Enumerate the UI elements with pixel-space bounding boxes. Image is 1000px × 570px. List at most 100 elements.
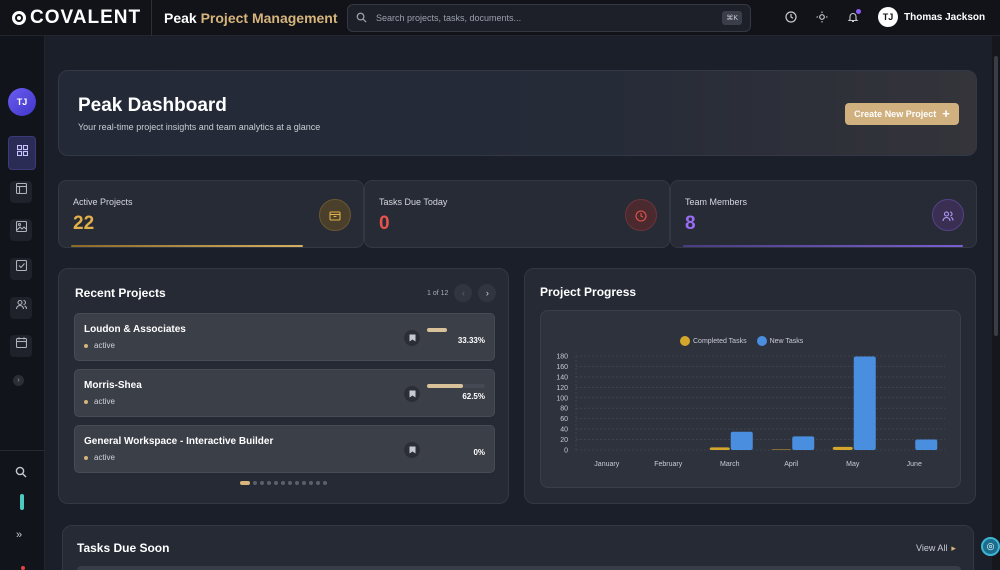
bar-new-tasks [730, 431, 753, 450]
bookmark-icon[interactable] [404, 442, 420, 458]
sidebar-item-dashboard[interactable] [8, 136, 36, 170]
x-tick-label: June [907, 461, 922, 468]
page-subtitle: Your real-time project insights and team… [78, 122, 321, 132]
view-all-label: View All [916, 543, 948, 553]
app-title-prefix: Peak [164, 9, 197, 26]
create-project-button[interactable]: Create New Project + [845, 103, 959, 125]
search-shortcut: ⌘K [722, 11, 742, 25]
folder-icon [319, 199, 351, 231]
project-card[interactable]: Morris-Shea active 62.5% [74, 369, 495, 417]
covalent-logo-icon [12, 10, 26, 25]
x-tick-label: January [594, 461, 619, 468]
y-tick-label: 60 [560, 416, 568, 423]
sidebar-avatar[interactable]: TJ [8, 88, 36, 116]
bookmark-icon[interactable] [404, 386, 420, 402]
sidebar-divider [0, 450, 45, 451]
stat-label: Team Members [685, 197, 748, 207]
recent-projects-title: Recent Projects [75, 286, 166, 300]
scrollbar[interactable] [992, 36, 1000, 570]
project-status: active [84, 453, 115, 462]
y-tick-label: 0 [564, 448, 568, 455]
y-tick-label: 180 [556, 354, 568, 361]
sidebar-item-tasks[interactable] [10, 258, 32, 280]
page-dot[interactable] [323, 481, 327, 485]
user-menu[interactable]: TJ Thomas Jackson [878, 7, 985, 27]
progress-fill [427, 328, 447, 332]
progress-bar [427, 384, 485, 388]
page-dot[interactable] [267, 481, 271, 485]
status-dot [84, 343, 88, 348]
x-tick-label: April [784, 461, 798, 468]
notification-dot [856, 9, 861, 14]
page-dot[interactable] [295, 481, 299, 485]
plus-icon: + [942, 106, 950, 121]
progress-fill [427, 384, 464, 388]
sun-icon[interactable] [813, 8, 831, 26]
bar-completed-tasks [771, 449, 792, 450]
arrow-right-icon: ▸ [951, 543, 956, 553]
page-dot[interactable] [302, 481, 306, 485]
project-status: active [84, 397, 115, 406]
page-dot[interactable] [316, 481, 320, 485]
assistant-button[interactable]: ◎ [981, 537, 1000, 556]
clock-icon [625, 199, 657, 231]
brand-name: COVALENT [30, 6, 142, 28]
progress-percent: 33.33% [457, 336, 485, 345]
status-label: active [94, 341, 115, 350]
progress-bar [427, 328, 447, 332]
search-icon [356, 12, 368, 24]
bar-new-tasks [792, 436, 815, 450]
pager-text: 1 of 12 [427, 289, 449, 297]
search-placeholder: Search projects, tasks, documents... [376, 13, 522, 23]
clock-icon[interactable] [782, 8, 800, 26]
stat-card-team-members[interactable]: Team Members 8 [670, 180, 977, 248]
page-dot[interactable] [288, 481, 292, 485]
page-dot[interactable] [260, 481, 264, 485]
sidebar-search-icon[interactable] [15, 466, 27, 481]
stat-label: Tasks Due Today [379, 197, 448, 207]
sidebar-item-layout[interactable] [10, 181, 32, 203]
stat-value: 22 [73, 213, 95, 234]
stat-accent-line [683, 245, 963, 247]
collapse-sidebar-icon[interactable]: » [16, 529, 22, 541]
view-all-link[interactable]: View All ▸ [916, 543, 956, 554]
project-card[interactable]: General Workspace - Interactive Builder … [74, 425, 495, 473]
search-input[interactable]: Search projects, tasks, documents... ⌘K [347, 4, 751, 32]
users-icon [932, 199, 964, 231]
x-tick-label: March [720, 461, 740, 468]
brand[interactable]: COVALENT [0, 0, 152, 36]
stat-card-active-projects[interactable]: Active Projects 22 [58, 180, 364, 248]
bar-completed-tasks [832, 446, 853, 450]
bookmark-icon[interactable] [404, 330, 420, 346]
y-tick-label: 100 [556, 395, 568, 402]
x-tick-label: May [846, 461, 860, 468]
page-dot[interactable] [253, 481, 257, 485]
page-dot[interactable] [274, 481, 278, 485]
bar-completed-tasks [709, 447, 730, 450]
app-title: Peak Project Management [164, 10, 344, 26]
sidebar-expand-icon[interactable]: › [13, 375, 24, 386]
stat-card-tasks-due[interactable]: Tasks Due Today 0 [364, 180, 670, 248]
legend-label: New Tasks [769, 337, 804, 345]
bar-new-tasks [915, 439, 938, 450]
project-name: Morris-Shea [84, 380, 142, 391]
project-card[interactable]: Loudon & Associates active 33.33% [74, 313, 495, 361]
sidebar-item-team[interactable] [10, 297, 32, 319]
status-dot [84, 399, 88, 404]
tasks-list [77, 566, 961, 570]
next-page-button[interactable]: › [478, 284, 497, 302]
project-progress-title: Project Progress [540, 285, 637, 299]
top-icons [782, 8, 862, 26]
page-dot[interactable] [281, 481, 285, 485]
prev-page-button[interactable]: ‹ [454, 284, 473, 302]
page-dot[interactable] [240, 481, 250, 485]
project-name: Loudon & Associates [84, 324, 186, 335]
bell-icon[interactable] [844, 8, 862, 26]
page-dot[interactable] [309, 481, 313, 485]
y-tick-label: 20 [560, 437, 568, 444]
scrollbar-thumb[interactable] [994, 56, 998, 336]
sidebar-item-media[interactable] [10, 219, 32, 241]
sidebar-item-calendar[interactable] [10, 335, 32, 357]
stat-value: 0 [379, 213, 390, 234]
y-tick-label: 40 [560, 427, 568, 434]
